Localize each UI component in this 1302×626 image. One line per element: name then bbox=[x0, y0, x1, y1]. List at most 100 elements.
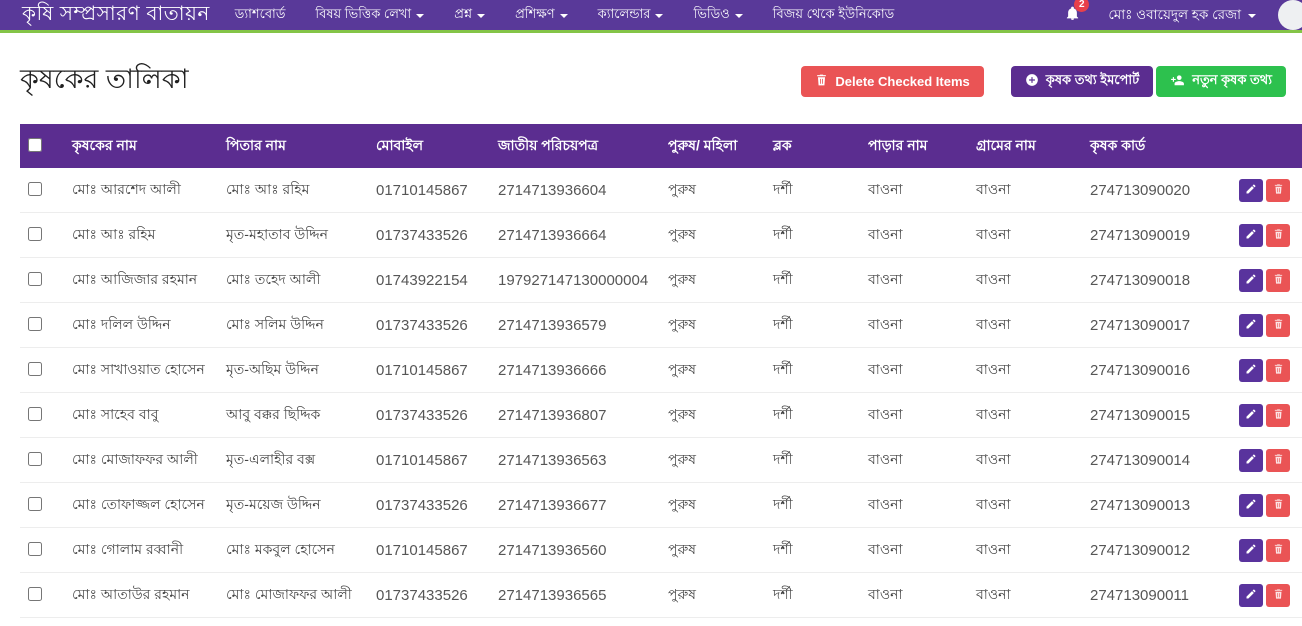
block-cell: দর্শী bbox=[765, 573, 860, 618]
trash-icon bbox=[1273, 273, 1284, 288]
edit-icon bbox=[1245, 408, 1257, 423]
row-actions bbox=[1225, 573, 1302, 618]
row-checkbox[interactable] bbox=[28, 497, 42, 511]
delete-checked-button[interactable]: Delete Checked Items bbox=[801, 66, 983, 97]
app-logo[interactable]: কৃষি সম্প্রসারণ বাতায়ন bbox=[22, 0, 210, 32]
father-name-cell: মৃত-অছিম উদ্দিন bbox=[218, 348, 368, 393]
delete-row-button[interactable] bbox=[1266, 179, 1290, 202]
village-cell: বাওনা bbox=[968, 438, 1082, 483]
nid-cell: 2714713936604 bbox=[490, 168, 660, 213]
mobile-cell: 01737433526 bbox=[368, 213, 490, 258]
select-all-checkbox[interactable] bbox=[28, 138, 42, 152]
row-select-cell bbox=[20, 258, 64, 303]
nav-item-label: বিষয় ভিত্তিক লেখা bbox=[315, 5, 411, 26]
delete-row-button[interactable] bbox=[1266, 224, 1290, 247]
row-checkbox[interactable] bbox=[28, 452, 42, 466]
top-navbar: কৃষি সম্প্রসারণ বাতায়ন ড্যাশবোর্ড বিষয়… bbox=[0, 0, 1302, 33]
village-cell: বাওনা bbox=[968, 303, 1082, 348]
row-checkbox[interactable] bbox=[28, 407, 42, 421]
chevron-down-icon bbox=[1248, 14, 1256, 18]
nav-item[interactable]: ভিডিও bbox=[678, 5, 757, 26]
edit-row-button[interactable] bbox=[1239, 539, 1263, 562]
row-checkbox[interactable] bbox=[28, 272, 42, 286]
trash-icon bbox=[1273, 363, 1284, 378]
main-nav: ড্যাশবোর্ড বিষয় ভিত্তিক লেখা প্রশ্ন প্র… bbox=[220, 5, 909, 26]
farmer-card-cell: 274713090010 bbox=[1082, 618, 1225, 626]
gender-cell: পুরুষ bbox=[660, 483, 765, 528]
village-cell: বাওনা bbox=[968, 168, 1082, 213]
edit-row-button[interactable] bbox=[1239, 584, 1263, 607]
nav-item[interactable]: বিষয় ভিত্তিক লেখা bbox=[300, 5, 439, 26]
row-checkbox[interactable] bbox=[28, 362, 42, 376]
para-cell: বাওনা bbox=[860, 618, 968, 626]
delete-row-button[interactable] bbox=[1266, 539, 1290, 562]
village-cell: বাওনা bbox=[968, 618, 1082, 626]
block-cell: দর্শী bbox=[765, 348, 860, 393]
row-checkbox[interactable] bbox=[28, 182, 42, 196]
edit-row-button[interactable] bbox=[1239, 269, 1263, 292]
block-cell: দর্শী bbox=[765, 393, 860, 438]
delete-row-button[interactable] bbox=[1266, 449, 1290, 472]
trash-icon bbox=[1273, 228, 1284, 243]
avatar[interactable] bbox=[1278, 0, 1302, 30]
edit-row-button[interactable] bbox=[1239, 359, 1263, 382]
edit-icon bbox=[1245, 588, 1257, 603]
row-actions bbox=[1225, 483, 1302, 528]
nav-item[interactable]: ড্যাশবোর্ড bbox=[220, 5, 301, 26]
edit-icon bbox=[1245, 273, 1257, 288]
para-cell: বাওনা bbox=[860, 393, 968, 438]
row-actions bbox=[1225, 168, 1302, 213]
edit-icon bbox=[1245, 453, 1257, 468]
notifications-button[interactable]: 2 bbox=[1065, 5, 1080, 26]
table-row: মোঃ আতাউর রহমান মোঃ মোজাফফর আলী 01737433… bbox=[20, 573, 1302, 618]
edit-row-button[interactable] bbox=[1239, 449, 1263, 472]
para-cell: বাওনা bbox=[860, 168, 968, 213]
para-cell: বাওনা bbox=[860, 438, 968, 483]
farmer-card-cell: 274713090017 bbox=[1082, 303, 1225, 348]
column-header: ব্লক bbox=[765, 124, 860, 168]
column-header: কৃষকের নাম bbox=[64, 124, 218, 168]
farmer-name-cell: মোঃ তোফাজ্জল হোসেন bbox=[64, 483, 218, 528]
delete-row-button[interactable] bbox=[1266, 584, 1290, 607]
toolbar: Delete Checked Items কৃষক তথ্য ইমপোর্ট ন… bbox=[801, 66, 1286, 97]
user-menu[interactable]: মোঃ ওবায়েদুল হক রেজা bbox=[1108, 4, 1256, 27]
village-cell: বাওনা bbox=[968, 348, 1082, 393]
delete-row-button[interactable] bbox=[1266, 314, 1290, 337]
farmer-name-cell: মোঃ মোস্তাফিজুর রহমান bbox=[64, 618, 218, 626]
para-cell: বাওনা bbox=[860, 483, 968, 528]
import-farmers-button[interactable]: কৃষক তথ্য ইমপোর্ট bbox=[1011, 66, 1153, 97]
nav-item-label: ভিডিও bbox=[693, 5, 729, 26]
column-header: পুরুষ/ মহিলা bbox=[660, 124, 765, 168]
delete-row-button[interactable] bbox=[1266, 269, 1290, 292]
mobile-cell: 01737433526 bbox=[368, 303, 490, 348]
table-row: মোঃ মোস্তাফিজুর রহমান মৃত-আজাহার আলী 017… bbox=[20, 618, 1302, 626]
nav-item[interactable]: ক্যালেন্ডার bbox=[583, 5, 679, 26]
farmer-name-cell: মোঃ মোজাফফর আলী bbox=[64, 438, 218, 483]
new-farmer-button[interactable]: নতুন কৃষক তথ্য bbox=[1156, 66, 1286, 97]
edit-row-button[interactable] bbox=[1239, 404, 1263, 427]
row-select-cell bbox=[20, 393, 64, 438]
delete-row-button[interactable] bbox=[1266, 404, 1290, 427]
nav-item[interactable]: বিজয় থেকে ইউনিকোড bbox=[758, 5, 910, 26]
table-row: মোঃ সাখাওয়াত হোসেন মৃত-অছিম উদ্দিন 0171… bbox=[20, 348, 1302, 393]
row-actions bbox=[1225, 438, 1302, 483]
gender-cell: পুরুষ bbox=[660, 303, 765, 348]
row-checkbox[interactable] bbox=[28, 227, 42, 241]
edit-row-button[interactable] bbox=[1239, 224, 1263, 247]
delete-row-button[interactable] bbox=[1266, 494, 1290, 517]
row-actions bbox=[1225, 303, 1302, 348]
row-select-cell bbox=[20, 168, 64, 213]
row-checkbox[interactable] bbox=[28, 317, 42, 331]
nav-item[interactable]: প্রশ্ন bbox=[439, 5, 500, 26]
delete-row-button[interactable] bbox=[1266, 359, 1290, 382]
para-cell: বাওনা bbox=[860, 213, 968, 258]
nav-item[interactable]: প্রশিক্ষণ bbox=[500, 5, 583, 26]
farmer-name-cell: মোঃ গোলাম রব্বানী bbox=[64, 528, 218, 573]
row-actions bbox=[1225, 348, 1302, 393]
edit-row-button[interactable] bbox=[1239, 494, 1263, 517]
edit-row-button[interactable] bbox=[1239, 179, 1263, 202]
row-checkbox[interactable] bbox=[28, 587, 42, 601]
row-checkbox[interactable] bbox=[28, 542, 42, 556]
farmer-card-cell: 274713090019 bbox=[1082, 213, 1225, 258]
edit-row-button[interactable] bbox=[1239, 314, 1263, 337]
